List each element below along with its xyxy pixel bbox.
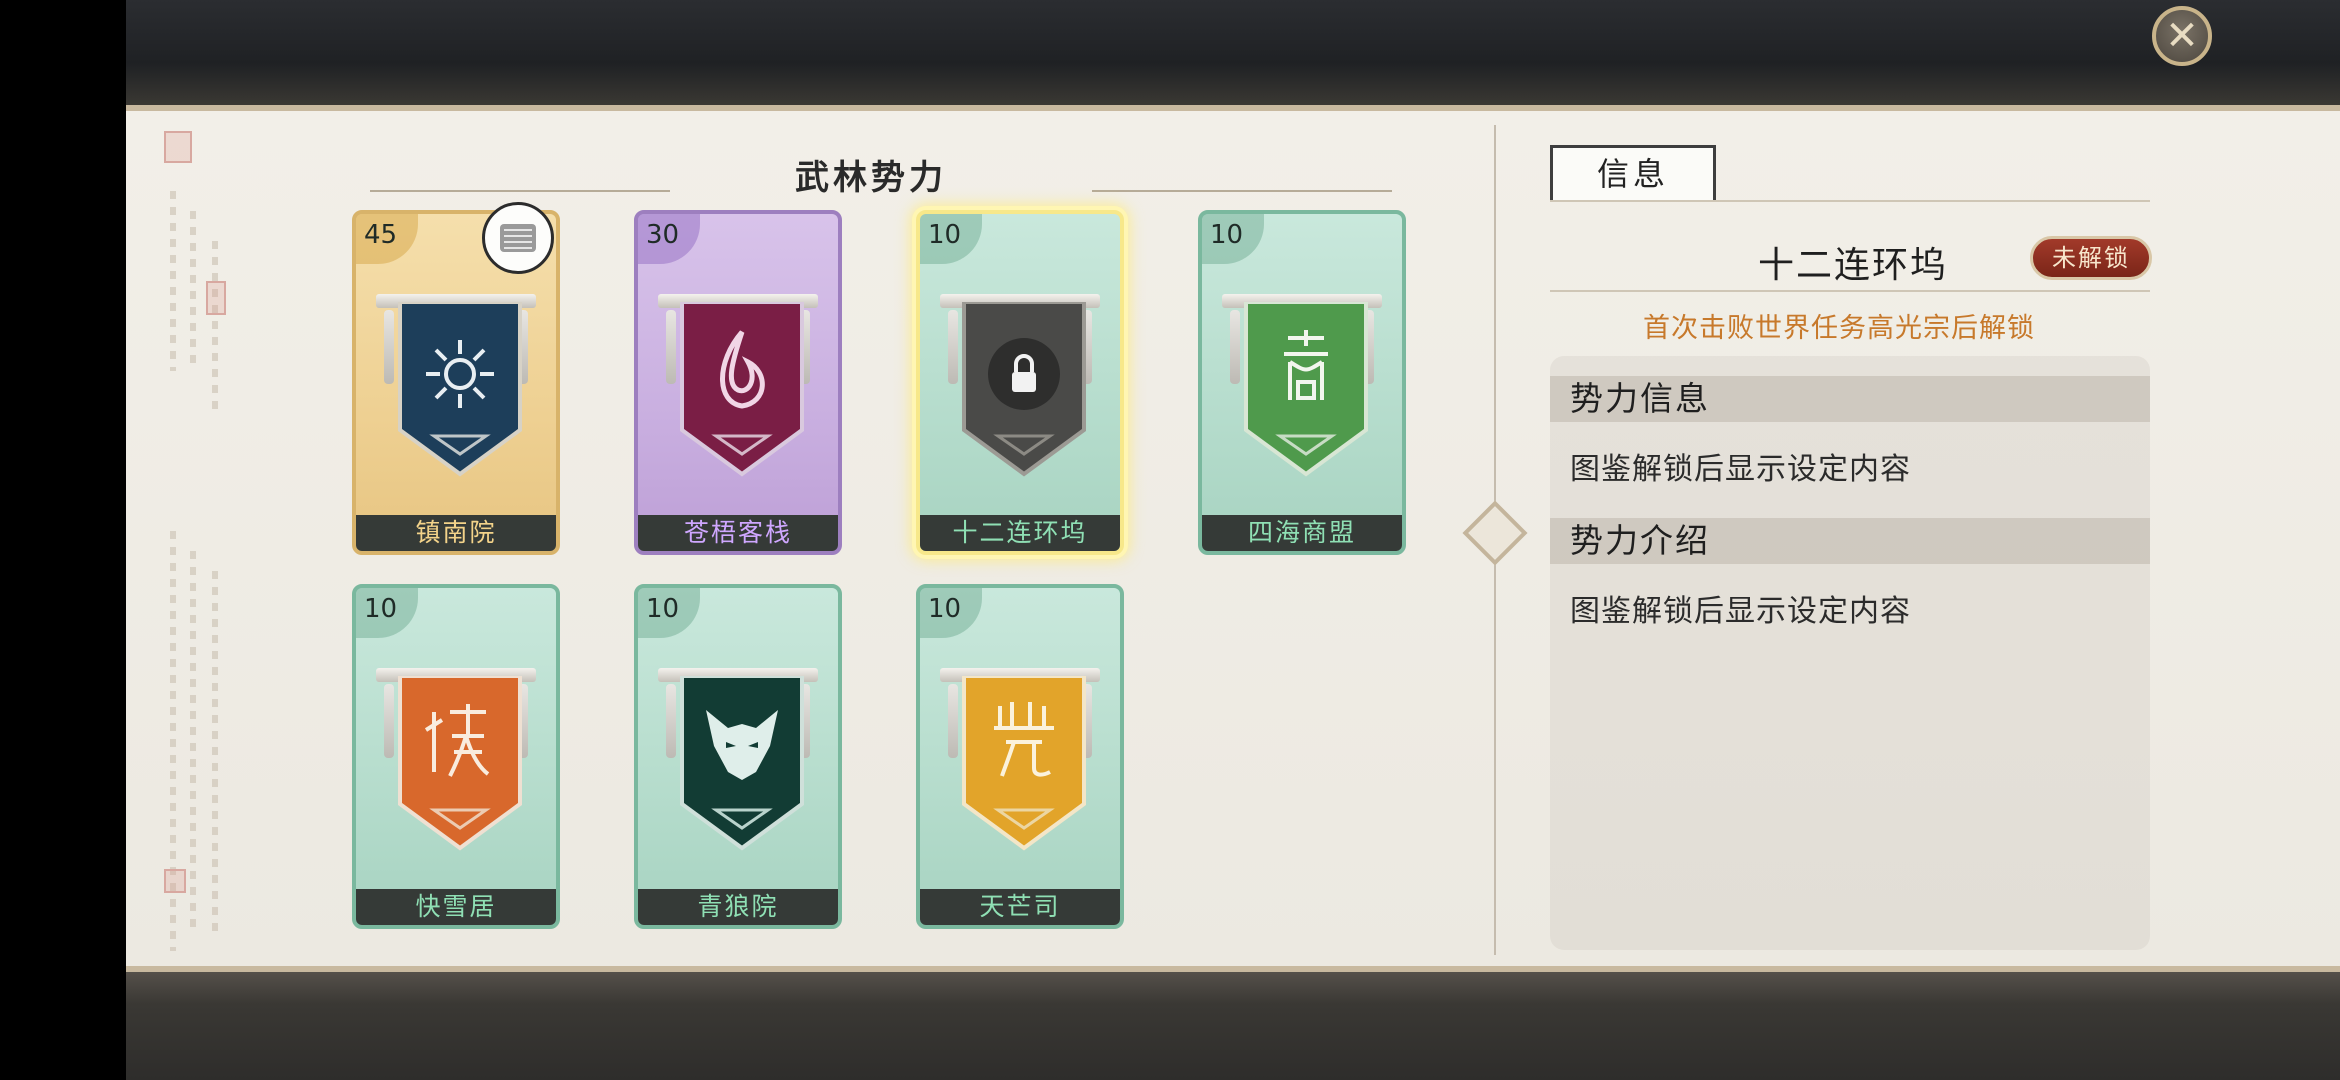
faction-card-shierlianhuanwu[interactable]: 10 十二连环坞: [916, 210, 1124, 555]
locked-status-badge: 未解锁: [2030, 236, 2152, 280]
level-badge: 10: [920, 588, 982, 638]
banner: [398, 302, 522, 477]
tassel: [384, 684, 394, 758]
close-icon: ✕: [2165, 13, 2199, 59]
level-badge: 30: [638, 214, 700, 264]
calligraphy-decoration: [156, 131, 236, 971]
banner: [398, 676, 522, 851]
faction-name: 镇南院: [356, 515, 556, 551]
close-button[interactable]: ✕: [2152, 6, 2212, 66]
title-divider-right: [1092, 190, 1392, 192]
banner: [1244, 302, 1368, 477]
name-divider: [1550, 290, 2150, 292]
level-badge: 10: [920, 214, 982, 264]
info-box: 势力信息 图鉴解锁后显示设定内容 势力介绍 图鉴解锁后显示设定内容: [1550, 356, 2150, 950]
faction-card-sihaishangmeng[interactable]: 10 四海商盟: [1198, 210, 1406, 555]
level-badge: 10: [1202, 214, 1264, 264]
banner: [962, 302, 1086, 477]
faction-card-tianmangsi[interactable]: 10 天芒司: [916, 584, 1124, 929]
section-text-faction-info: 图鉴解锁后显示设定内容: [1570, 452, 1911, 487]
title-divider-left: [370, 190, 670, 192]
faction-card-kuaixueju[interactable]: 10 快雪居: [352, 584, 560, 929]
tassel: [948, 310, 958, 384]
faction-name: 天芒司: [920, 889, 1120, 925]
faction-card-qinglangyuan[interactable]: 10 青狼院: [634, 584, 842, 929]
section-text-faction-intro: 图鉴解锁后显示设定内容: [1570, 594, 1911, 629]
faction-name: 青狼院: [638, 889, 838, 925]
tassel: [666, 684, 676, 758]
level-badge: 10: [356, 588, 418, 638]
section-header-faction-info: 势力信息: [1550, 376, 2150, 422]
tassel: [948, 684, 958, 758]
section-header-faction-intro: 势力介绍: [1550, 518, 2150, 564]
faction-name: 苍梧客栈: [638, 515, 838, 551]
tassel: [666, 310, 676, 384]
tab-underline: [1550, 200, 2150, 202]
unlock-hint: 首次击败世界任务高光宗后解锁: [1643, 313, 2035, 344]
tassel: [384, 310, 394, 384]
faction-name: 四海商盟: [1202, 515, 1402, 551]
faction-card-cangwukezhan[interactable]: 30 苍梧客栈: [634, 210, 842, 555]
faction-name: 快雪居: [356, 889, 556, 925]
banner: [680, 676, 804, 851]
bottom-bar: [126, 972, 2340, 1080]
section-title: 武林势力: [795, 158, 947, 198]
banner: [680, 302, 804, 477]
banner: [962, 676, 1086, 851]
tassel: [1230, 310, 1240, 384]
scroll-item-icon[interactable]: [482, 202, 554, 274]
selected-faction-name: 十二连环坞: [1758, 245, 1949, 286]
tab-info[interactable]: 信息: [1550, 145, 1716, 201]
top-bar: [126, 0, 2340, 105]
level-badge: 45: [356, 214, 418, 264]
level-badge: 10: [638, 588, 700, 638]
faction-name: 十二连环坞: [920, 515, 1120, 551]
